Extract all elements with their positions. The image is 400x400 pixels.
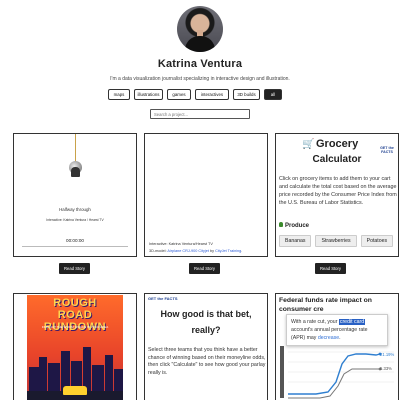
project-card-fed-rate: Federal funds rate impact on consumer cr… [275,293,399,400]
produce-items: Bananas Strawberries Potatoes [279,235,394,247]
taxi-icon [63,386,87,395]
produce-icon [279,222,283,227]
card-credit: Interactive: Katrina Ventura / Hearst TV [46,218,104,222]
chart-title: Federal funds rate impact on consumer cr… [279,297,372,313]
profile-bio: I'm a data visualization journalist spec… [110,76,290,82]
get-the-facts-logo: GET the FACTS [148,296,178,301]
filter-games-button[interactable]: games [167,89,191,100]
poster-subtitle: FIND OUT THE WORST ROADS IN YOUR AREA [41,325,109,329]
poster-title: ROUGH [53,297,97,309]
item-potatoes[interactable]: Potatoes [360,235,394,247]
filter-bar: maps illustrations games interactives 3D… [108,89,282,100]
credit-period: . [241,249,243,253]
filter-interactives-button[interactable]: interactives [195,89,229,100]
model-link[interactable]: Airplane CRJ-900 Cityjet [167,249,209,253]
read-story-button[interactable]: Read Story [315,263,346,274]
card-credit: Interactive: Katrina Ventura/Hearst TV [149,242,213,246]
filter-all-button[interactable]: all [264,89,282,100]
profile-avatar [177,6,223,52]
card-description: Select three teams that you think have a… [148,347,266,376]
item-bananas[interactable]: Bananas [279,235,312,247]
progress-track[interactable] [22,246,128,247]
get-the-facts-logo: GET the FACTS [380,146,394,154]
card-caption: Halfway through [59,207,91,212]
city-skyline [27,345,123,391]
fed-funds-value-label: 5.33% [380,366,392,371]
project-card-rough-road: ROUGH ROAD RUNDOWN FIND OUT THE WORST RO… [13,293,137,400]
card-title-line2: really? [191,325,221,335]
produce-section-header: Produce [279,222,309,229]
person-silhouette-icon [71,167,80,177]
filter-illustrations-button[interactable]: illustrations [134,89,163,100]
card-title: How good is that bet, [160,309,252,319]
tooltip-period: . [339,335,341,341]
credit-prefix: 3D-model: [149,249,168,253]
card-description: Click on grocery items to add them to yo… [279,176,397,206]
decrease-word: decrease [317,335,340,341]
filter-maps-button[interactable]: maps [108,89,130,100]
y-axis-block [280,346,284,398]
model-credit: 3D-model: Airplane CRJ-900 Cityjet by Ci… [149,249,242,253]
credit-card-series-line [288,353,381,395]
poster-image: ROUGH ROAD RUNDOWN FIND OUT THE WORST RO… [27,295,123,400]
author-link[interactable]: CityJet Training [215,249,241,253]
card-title: Grocery [316,138,359,150]
read-story-button[interactable]: Read Story [59,263,90,274]
ornament-string [75,134,76,162]
project-card-grocery: 🛒 Grocery Calculator GET the FACTS Click… [275,133,399,257]
profile-name: Katrina Ventura [157,58,243,70]
filter-3d-builds-button[interactable]: 3D builds [233,89,260,100]
timer-display: 00:00:00 [66,238,84,243]
item-strawberries[interactable]: Strawberries [315,235,357,247]
shopping-cart-icon: 🛒 [302,139,315,150]
credit-card-value-label: 21.19% [380,352,395,357]
read-story-button[interactable]: Read Story [189,263,220,274]
search-input[interactable] [150,109,250,119]
chart-tooltip: With a rate cut, your credit card accoun… [286,314,388,346]
project-card-airplane: Interactive: Katrina Ventura/Hearst TV 3… [144,133,268,257]
credit-card-highlight[interactable]: credit card [338,319,366,325]
produce-label: Produce [285,223,310,229]
poster-title-line2: ROAD RUNDOWN [43,309,107,333]
project-card-halfway: Halfway through Interactive: Katrina Ven… [13,133,137,257]
project-card-bet: GET the FACTS How good is that bet, real… [144,293,268,400]
tooltip-text: With a rate cut, your [291,319,339,325]
